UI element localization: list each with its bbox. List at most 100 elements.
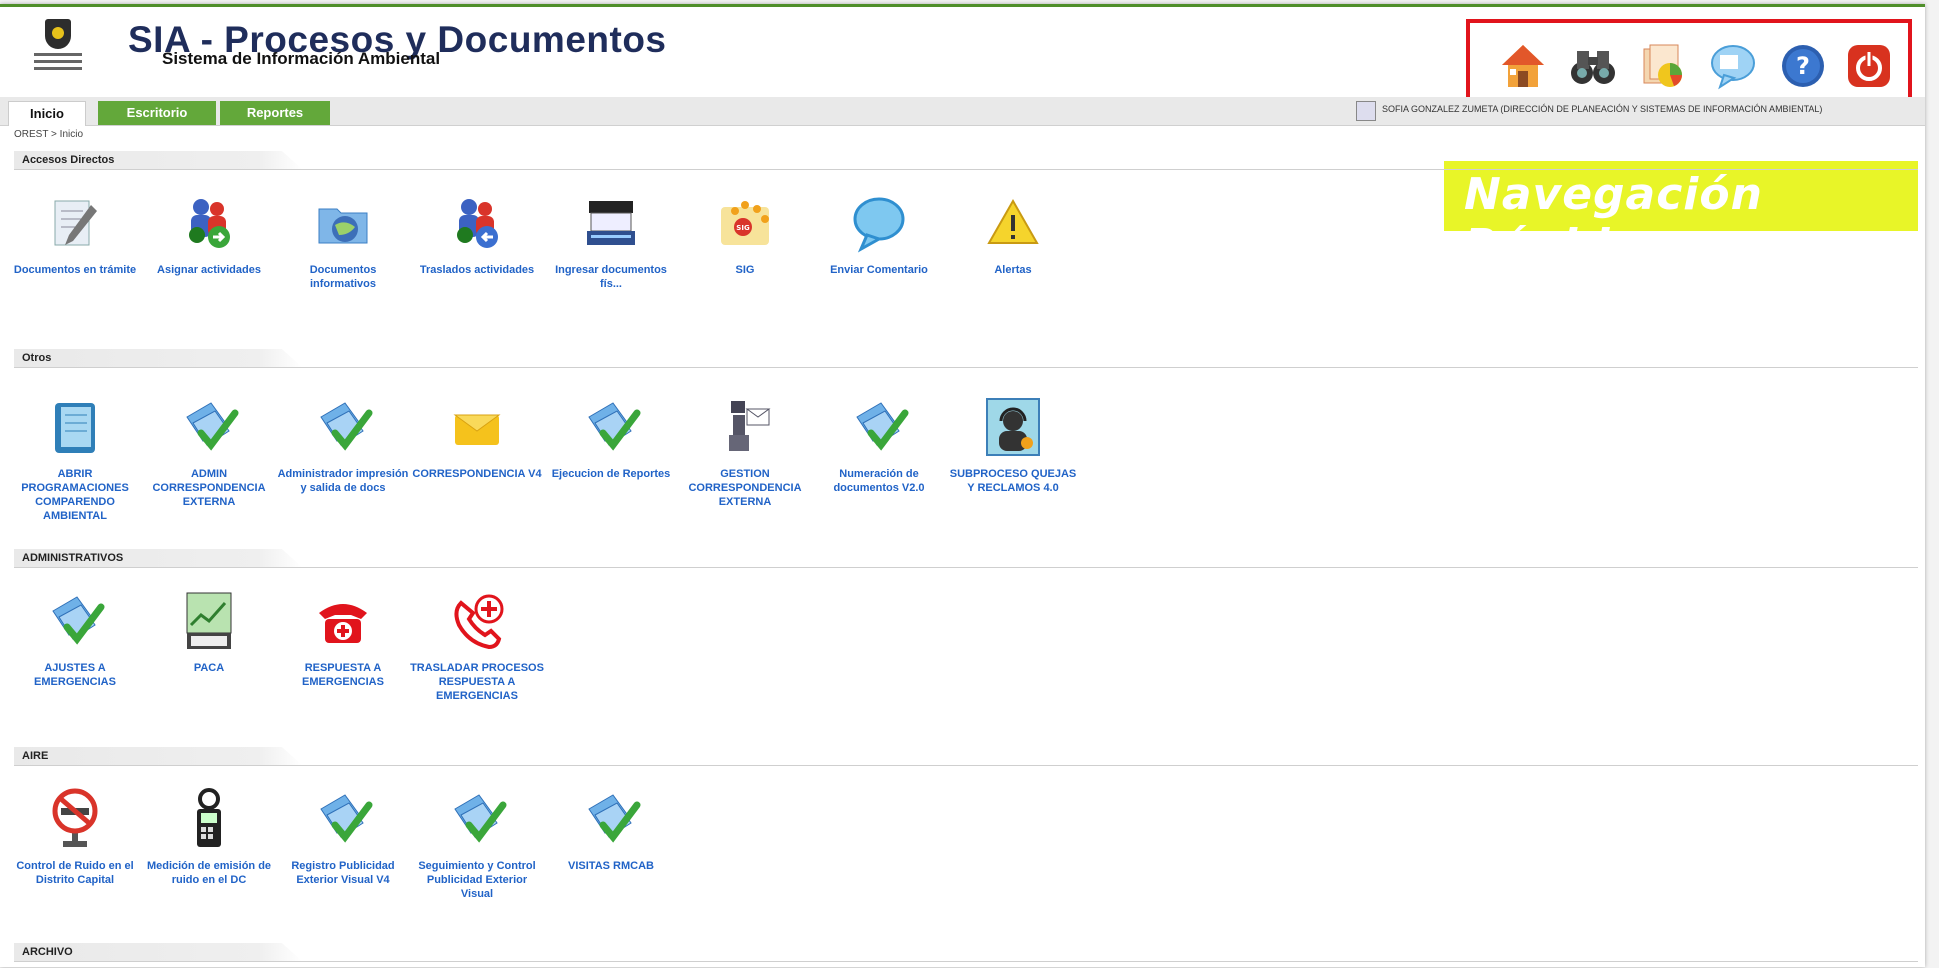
- shortcut-respuesta-emergencias[interactable]: RESPUESTA A EMERGENCIAS: [276, 589, 410, 689]
- reports-icon[interactable]: [1638, 41, 1688, 91]
- shortcut-sig[interactable]: SIG SIG: [678, 191, 812, 277]
- no-honk-sign-icon: [43, 787, 107, 851]
- power-icon[interactable]: [1844, 41, 1894, 91]
- scanner-icon: [579, 191, 643, 255]
- section-title: Otros: [14, 349, 302, 367]
- users-transfer-icon: [445, 191, 509, 255]
- shortcut-ingresar-documentos[interactable]: Ingresar documentos fís...: [544, 191, 678, 291]
- robot-mail-icon: [713, 395, 777, 459]
- shortcut-label: VISITAS RMCAB: [568, 860, 654, 872]
- shortcut-label: Traslados actividades: [419, 264, 535, 276]
- shortcut-label: Asignar actividades: [157, 264, 261, 276]
- tab-bar: Inicio Escritorio Reportes SOFIA GONZALE…: [0, 97, 1925, 126]
- user-info: SOFIA GONZALEZ ZUMETA (DIRECCIÓN DE PLAN…: [1382, 104, 1823, 114]
- shortcut-documentos-en-tramite[interactable]: Documentos en trámite: [8, 191, 142, 277]
- section-title: Accesos Directos: [14, 151, 302, 169]
- envelope-icon: [445, 395, 509, 459]
- notebook-icon: [43, 395, 107, 459]
- doc-check-icon: [579, 787, 643, 851]
- shortcut-label: Ejecucion de Reportes: [551, 468, 671, 480]
- tab-inicio[interactable]: Inicio: [8, 101, 86, 126]
- comment-icon[interactable]: [1708, 41, 1758, 91]
- shortcut-label: Medición de emisión de ruido en el DC: [146, 860, 272, 886]
- tab-escritorio[interactable]: Escritorio: [98, 101, 216, 125]
- shortcut-registro-publicidad[interactable]: Registro Publicidad Exterior Visual V4: [276, 787, 410, 887]
- shortcut-documentos-informativos[interactable]: Documentos informativos: [276, 191, 410, 291]
- shortcut-gestion-correspondencia[interactable]: GESTION CORRESPONDENCIA EXTERNA: [678, 395, 812, 509]
- shortcut-label: TRASLADAR PROCESOS RESPUESTA A EMERGENCI…: [410, 662, 544, 702]
- app-subtitle: Sistema de Información Ambiental: [162, 49, 441, 68]
- sound-meter-icon: [177, 787, 241, 851]
- section-aire: AIRE Control de Ruido en el Distrito Cap…: [8, 745, 1918, 900]
- shortcut-asignar-actividades[interactable]: Asignar actividades: [142, 191, 276, 277]
- shortcut-label: Seguimiento y Control Publicidad Exterio…: [418, 860, 536, 900]
- emergency-phone-icon: [311, 589, 375, 653]
- shortcut-seguimiento-publicidad[interactable]: Seguimiento y Control Publicidad Exterio…: [410, 787, 544, 901]
- shortcut-label: SIG: [735, 264, 755, 276]
- shortcut-abrir-programaciones[interactable]: ABRIR PROGRAMACIONES COMPARENDO AMBIENTA…: [8, 395, 142, 523]
- phone-plus-icon: [445, 589, 509, 653]
- shortcut-correspondencia-v4[interactable]: CORRESPONDENCIA V4: [410, 395, 544, 481]
- section-title: ADMINISTRATIVOS: [14, 549, 302, 567]
- paca-icon: [177, 589, 241, 653]
- tab-reportes[interactable]: Reportes: [220, 101, 330, 125]
- shortcut-label: Control de Ruido en el Distrito Capital: [16, 860, 134, 886]
- shortcut-label: RESPUESTA A EMERGENCIAS: [302, 662, 384, 688]
- home-icon[interactable]: [1498, 41, 1548, 91]
- shortcut-enviar-comentario[interactable]: Enviar Comentario: [812, 191, 946, 277]
- doc-check-icon: [311, 395, 375, 459]
- doc-check-icon: [177, 395, 241, 459]
- screenshot-frame: SIA - Procesos y Documentos Sistema de I…: [0, 0, 1939, 968]
- quick-nav-toolbar: ?: [1466, 19, 1912, 109]
- doc-check-icon: [847, 395, 911, 459]
- speech-bubble-icon: [847, 191, 911, 255]
- shortcut-label: Ingresar documentos fís...: [555, 264, 667, 290]
- shortcut-label: Documentos informativos: [309, 264, 377, 290]
- shortcut-ajustes-emergencias[interactable]: AJUSTES A EMERGENCIAS: [8, 589, 142, 689]
- shortcut-label: Documentos en trámite: [13, 264, 137, 276]
- folder-globe-icon: [311, 191, 375, 255]
- shortcut-traslados-actividades[interactable]: Traslados actividades: [410, 191, 544, 277]
- shortcut-label: AJUSTES A EMERGENCIAS: [34, 662, 116, 688]
- document-pen-icon: [43, 191, 107, 255]
- users-assign-icon: [177, 191, 241, 255]
- section-title: AIRE: [14, 747, 302, 765]
- help-icon[interactable]: ?: [1778, 41, 1828, 91]
- section-administrativos: ADMINISTRATIVOS AJUSTES A EMERGENCIAS PA…: [8, 547, 1918, 702]
- section-otros: Otros ABRIR PROGRAMACIONES COMPARENDO AM…: [8, 347, 1918, 522]
- shortcut-control-ruido[interactable]: Control de Ruido en el Distrito Capital: [8, 787, 142, 887]
- shortcut-label: PACA: [193, 662, 225, 674]
- shortcut-label: Alertas: [994, 264, 1032, 276]
- svg-text:?: ?: [1796, 52, 1810, 80]
- shortcut-label: Registro Publicidad Exterior Visual V4: [291, 860, 395, 886]
- support-agent-icon: [981, 395, 1045, 459]
- shortcut-label: Enviar Comentario: [830, 264, 928, 276]
- shortcut-admin-correspondencia[interactable]: ADMIN CORRESPONDENCIA EXTERNA: [142, 395, 276, 509]
- app-window: SIA - Procesos y Documentos Sistema de I…: [0, 4, 1925, 967]
- shortcut-subproceso-quejas[interactable]: SUBPROCESO QUEJAS Y RECLAMOS 4.0: [946, 395, 1080, 495]
- shortcut-paca[interactable]: PACA: [142, 589, 276, 675]
- doc-check-icon: [445, 787, 509, 851]
- shortcut-alertas[interactable]: Alertas: [946, 191, 1080, 277]
- shortcut-label: ADMIN CORRESPONDENCIA EXTERNA: [152, 468, 266, 508]
- shortcut-numeracion-documentos[interactable]: Numeración de documentos V2.0: [812, 395, 946, 495]
- svg-text:SIG: SIG: [736, 224, 750, 232]
- warning-icon: [981, 191, 1045, 255]
- binoculars-icon[interactable]: [1568, 41, 1618, 91]
- section-archivo: ARCHIVO: [8, 941, 1918, 962]
- shortcut-visitas-rmcab[interactable]: VISITAS RMCAB: [544, 787, 678, 873]
- quick-nav-banner: Navegación Rápida: [1444, 161, 1918, 271]
- shortcut-medicion-ruido[interactable]: Medición de emisión de ruido en el DC: [142, 787, 276, 887]
- doc-check-icon: [579, 395, 643, 459]
- shortcut-trasladar-procesos[interactable]: TRASLADAR PROCESOS RESPUESTA A EMERGENCI…: [410, 589, 544, 703]
- section-title: ARCHIVO: [14, 943, 302, 961]
- shortcut-ejecucion-reportes[interactable]: Ejecucion de Reportes: [544, 395, 678, 481]
- shortcut-label: SUBPROCESO QUEJAS Y RECLAMOS 4.0: [949, 468, 1077, 494]
- doc-check-icon: [311, 787, 375, 851]
- shortcut-label: CORRESPONDENCIA V4: [412, 468, 542, 480]
- shortcut-administrador-impresion[interactable]: Administrador impresión y salida de docs: [276, 395, 410, 495]
- shortcut-label: Numeración de documentos V2.0: [833, 468, 925, 494]
- section-accesos-directos: Accesos Directos Documentos en trámite A…: [8, 149, 1918, 290]
- sig-icon: SIG: [713, 191, 777, 255]
- shortcut-label: Administrador impresión y salida de docs: [277, 468, 409, 494]
